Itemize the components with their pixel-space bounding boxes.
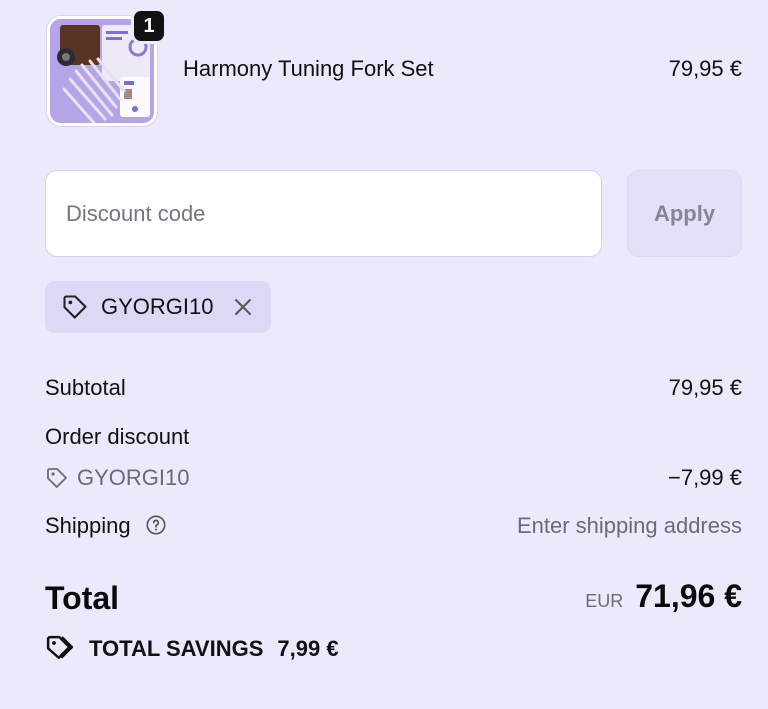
product-name: Harmony Tuning Fork Set	[183, 56, 434, 81]
total-amount: EUR 71,96 €	[585, 578, 742, 615]
shipping-label-row: Shipping	[45, 513, 167, 539]
total-savings: TOTAL SAVINGS 7,99 €	[45, 634, 339, 664]
total-value: 71,96 €	[635, 578, 742, 614]
shipping-label: Shipping	[45, 513, 131, 538]
order-summary: 1 Harmony Tuning Fork Set 79,95 € Apply …	[0, 0, 768, 709]
total-savings-label: TOTAL SAVINGS	[89, 636, 264, 661]
order-discount-value: −7,99 €	[667, 465, 742, 490]
total-label: Total	[45, 580, 120, 616]
subtotal-label: Subtotal	[45, 375, 126, 400]
help-icon[interactable]	[145, 514, 167, 536]
subtotal-value: 79,95 €	[668, 375, 742, 400]
discount-code-input[interactable]	[45, 170, 602, 257]
quantity-badge: 1	[131, 8, 167, 44]
product-thumbnail-wrapper: 1	[47, 8, 167, 126]
tag-icon	[47, 468, 67, 488]
apply-discount-button[interactable]: Apply	[627, 170, 742, 257]
applied-discount-code: GYORGI10	[101, 294, 214, 319]
order-discount-code-line: GYORGI10	[45, 465, 189, 491]
tag-icon	[63, 295, 87, 319]
total-savings-value: 7,99 €	[277, 636, 339, 661]
order-discount-label: Order discount	[45, 424, 190, 449]
remove-discount-icon[interactable]	[231, 295, 255, 319]
order-discount-code: GYORGI10	[77, 465, 190, 490]
shipping-value: Enter shipping address	[516, 513, 742, 538]
product-price: 79,95 €	[668, 56, 742, 81]
applied-discount-chip: GYORGI10	[45, 281, 271, 333]
savings-tag-icon	[46, 635, 74, 659]
currency-code: EUR	[585, 591, 624, 611]
